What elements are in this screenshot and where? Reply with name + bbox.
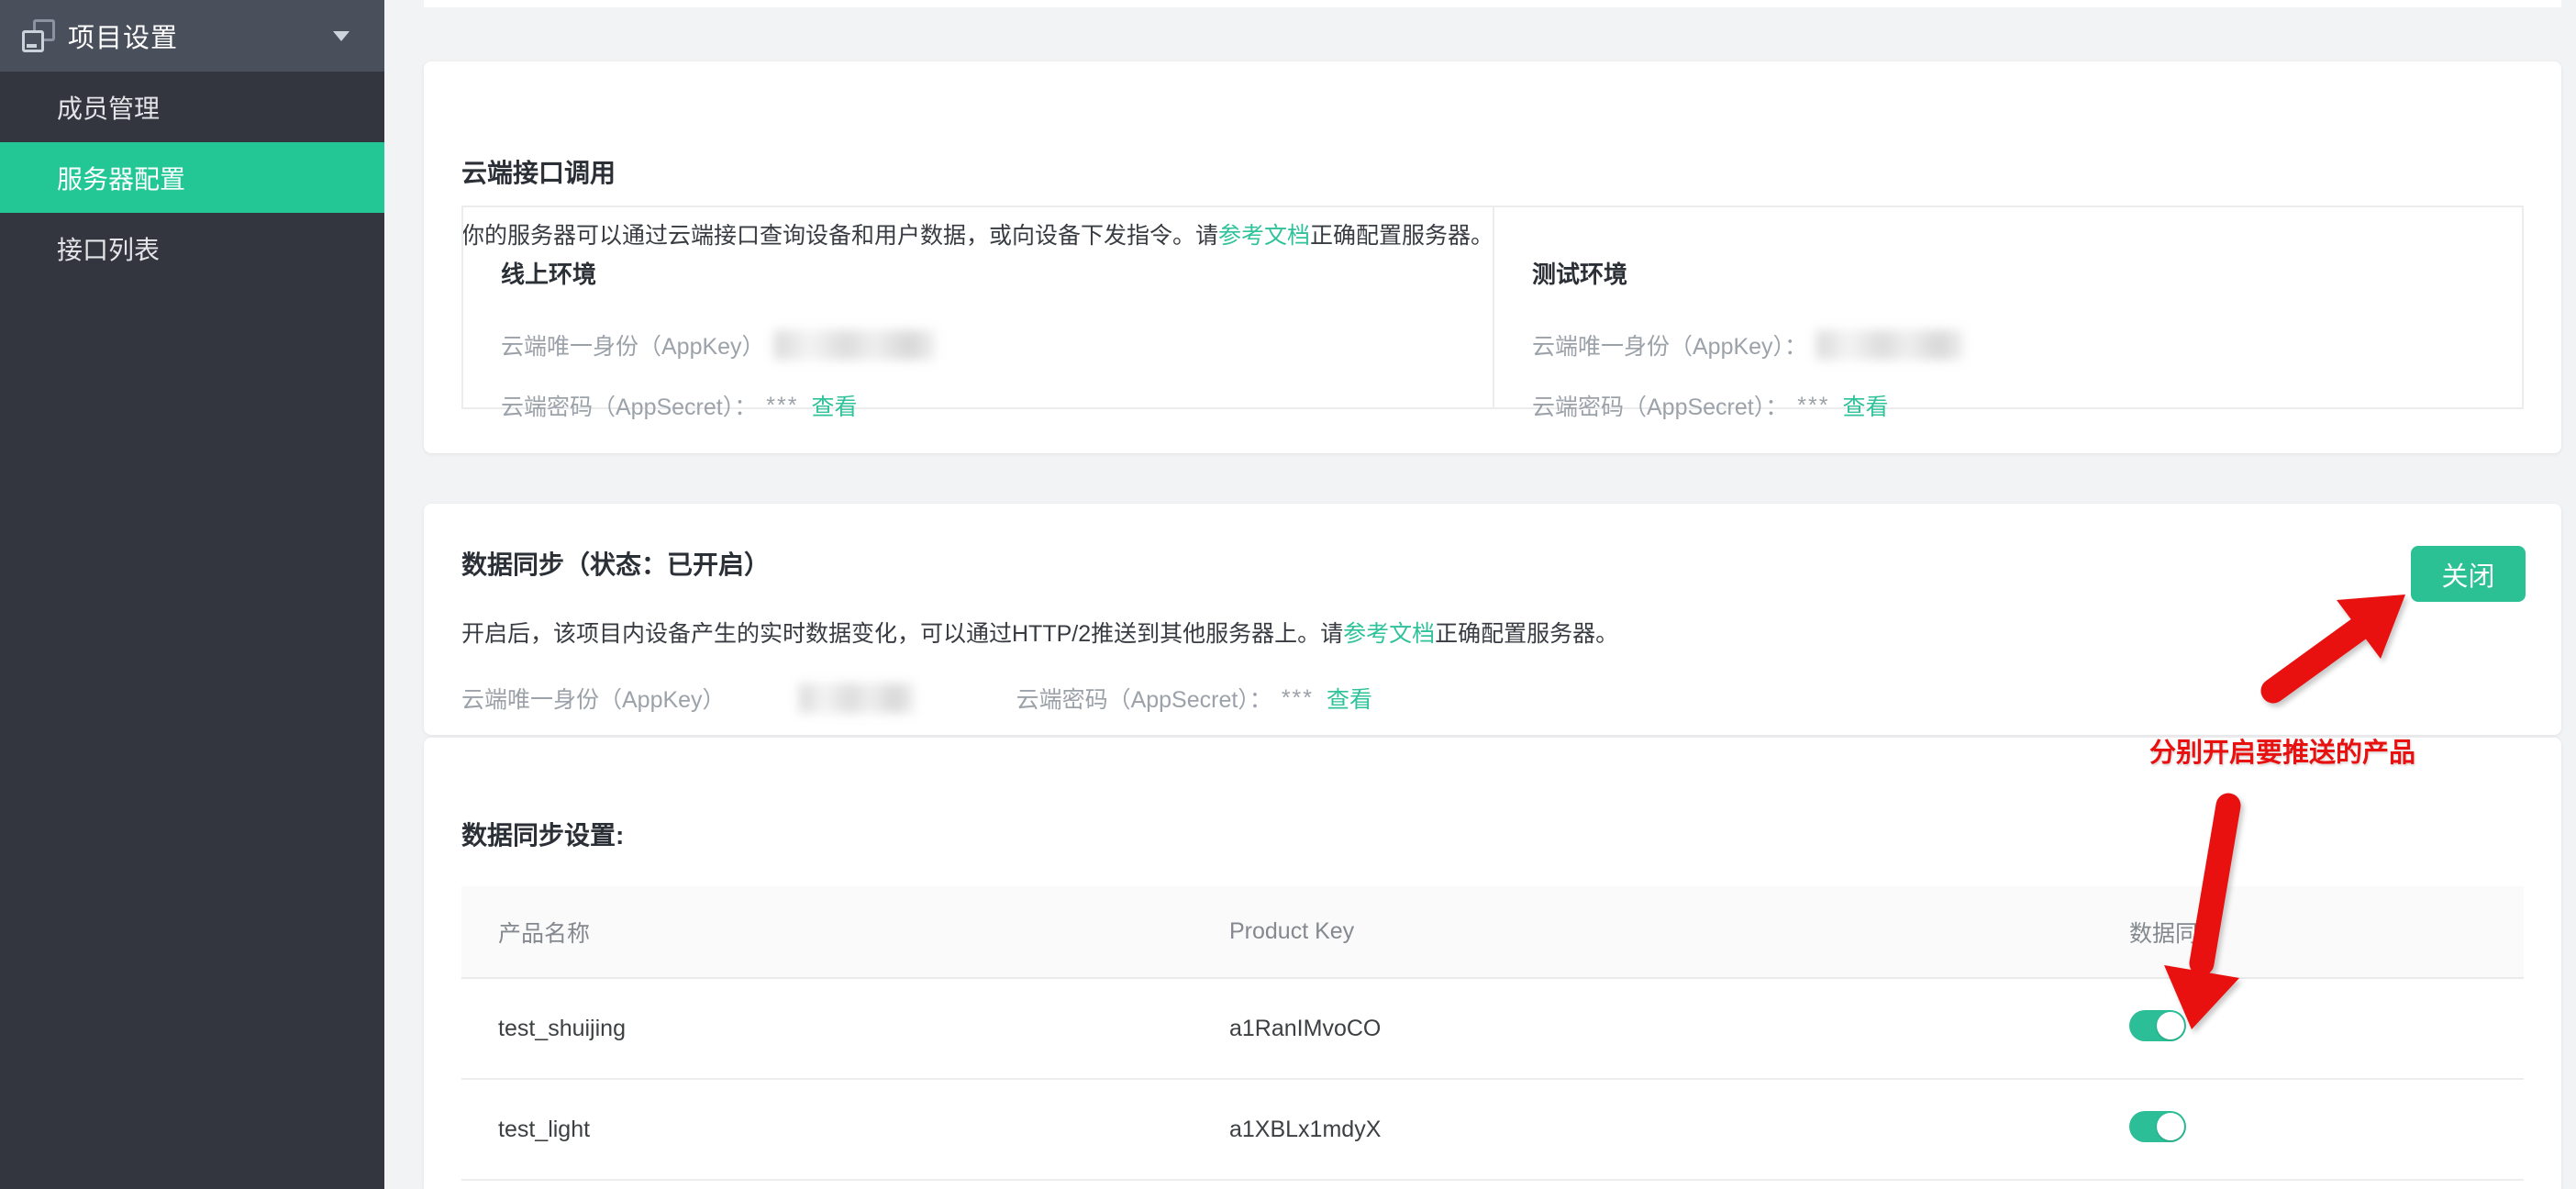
online-appsecret-masked: *** [766,393,798,419]
sidebar-item-server-config[interactable]: 服务器配置 [0,142,384,213]
online-appsecret-row: 云端密码（AppSecret）： *** 查看 [501,389,1493,422]
test-environment-panel: 测试环境 云端唯一身份（AppKey）： 云端密码（AppSecret）： **… [1493,207,2522,407]
online-appsecret-view-link[interactable]: 查看 [811,389,857,422]
cloud-api-card: 云端接口调用 你的服务器可以通过云端接口查询设备和用户数据，或向设备下发指令。请… [424,61,2561,453]
header-product-name: 产品名称 [461,916,1229,949]
data-sync-desc-tail: 正确配置服务器。 [1435,621,1618,647]
sidebar-item-api-list[interactable]: 接口列表 [0,213,384,283]
sync-settings-card: 数据同步设置: 产品名称 Product Key 数据同步 test_shuij… [424,738,2561,1189]
sync-toggle-test-light[interactable] [2129,1111,2186,1142]
test-appsecret-label: 云端密码（AppSecret）： [1532,389,1788,422]
test-appsecret-view-link[interactable]: 查看 [1842,389,1888,422]
chevron-down-icon [333,31,350,41]
data-sync-title: 数据同步（状态：已开启） [461,545,770,582]
header-product-key: Product Key [1229,918,2129,945]
sidebar-header-label: 项目设置 [68,17,178,55]
sidebar-item-member-management[interactable]: 成员管理 [0,72,384,142]
test-appkey-row: 云端唯一身份（AppKey）： [1532,328,2522,361]
online-appkey-label: 云端唯一身份（AppKey） [501,328,765,361]
sidebar-header-project-settings[interactable]: 项目设置 [0,0,384,72]
data-sync-card: 数据同步（状态：已开启） 关闭 开启后，该项目内设备产生的实时数据变化，可以通过… [424,504,2561,735]
sync-credentials-row: 云端唯一身份（AppKey） 云端密码（AppSecret）： *** 查看 [461,682,1372,715]
product-name-cell: test_shuijing [461,1016,1229,1042]
data-sync-description: 开启后，该项目内设备产生的实时数据变化，可以通过HTTP/2推送到其他服务器上。… [461,616,1618,649]
online-appkey-redacted-value [774,330,935,360]
disable-sync-button[interactable]: 关闭 [2411,546,2526,602]
sync-appsecret-label: 云端密码（AppSecret）： [1016,682,1272,715]
online-environment-title: 线上环境 [501,256,1493,290]
product-key-cell: a1RanIMvoCO [1229,1016,2129,1042]
table-row: test_light a1XBLx1mdyX [461,1080,2524,1181]
data-sync-desc-text: 开启后，该项目内设备产生的实时数据变化，可以通过HTTP/2推送到其他服务器上。… [461,621,1343,647]
environment-panels: 线上环境 云端唯一身份（AppKey） 云端密码（AppSecret）： ***… [461,206,2524,409]
product-key-cell: a1XBLx1mdyX [1229,1117,2129,1143]
cloud-api-title: 云端接口调用 [461,153,616,190]
sync-toggle-test-shuijing[interactable] [2129,1010,2186,1041]
product-name-cell: test_light [461,1117,1229,1143]
sync-appkey-label: 云端唯一身份（AppKey） [461,682,726,715]
reference-doc-link[interactable]: 参考文档 [1343,621,1435,647]
sync-settings-title: 数据同步设置: [461,816,624,852]
previous-card-bottom-strip [424,0,2561,7]
test-appsecret-row: 云端密码（AppSecret）： *** 查看 [1532,389,2522,422]
test-appsecret-masked: *** [1797,393,1829,419]
online-appkey-row: 云端唯一身份（AppKey） [501,328,1493,361]
products-table: 产品名称 Product Key 数据同步 test_shuijing a1Ra… [461,886,2524,1181]
header-data-sync: 数据同步 [2129,916,2524,949]
sync-appsecret-masked: *** [1282,685,1314,712]
project-stack-icon [22,19,55,52]
test-environment-title: 测试环境 [1532,256,2522,290]
sync-appsecret-view-link[interactable]: 查看 [1327,682,1372,715]
test-appkey-redacted-value [1816,330,1963,360]
online-appsecret-label: 云端密码（AppSecret）： [501,389,757,422]
online-environment-panel: 线上环境 云端唯一身份（AppKey） 云端密码（AppSecret）： ***… [463,207,1493,407]
table-header-row: 产品名称 Product Key 数据同步 [461,886,2524,979]
test-appkey-label: 云端唯一身份（AppKey）： [1532,328,1807,361]
sync-appkey-redacted-value [799,683,914,713]
table-row: test_shuijing a1RanIMvoCO [461,979,2524,1080]
sidebar: 项目设置 成员管理 服务器配置 接口列表 [0,0,384,1189]
